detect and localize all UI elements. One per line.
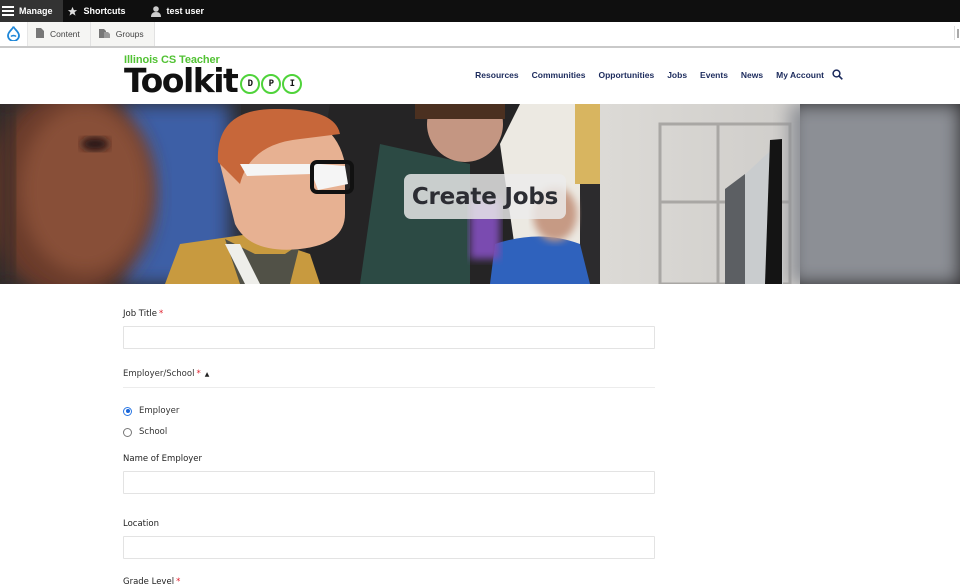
grade-level-label-text: Grade Level (123, 577, 175, 587)
dpi-badge: D P I (240, 73, 303, 94)
nav-communities[interactable]: Communities (532, 70, 586, 80)
create-job-form: Job Title * Employer/School * ▲ Employer Sc… (123, 308, 655, 588)
nav-events[interactable]: Events (700, 70, 728, 80)
dpi-letter: D (240, 73, 261, 94)
nav-news[interactable]: News (741, 70, 763, 80)
dpi-letter: P (261, 73, 282, 94)
required-marker: * (159, 309, 164, 319)
location-label: Location (123, 519, 159, 529)
toolbar-manage[interactable]: Manage (0, 0, 63, 22)
radio-employer-label: Employer (139, 406, 180, 416)
required-marker: * (176, 577, 181, 587)
location-field: Location (123, 518, 655, 559)
site-header: Illinois CS Teacher Toolkit D P I Resour… (0, 48, 960, 104)
nav-my-account[interactable]: My Account (776, 70, 824, 80)
hamburger-icon (2, 5, 14, 17)
dpi-letter: I (282, 73, 303, 94)
toolbar-shortcuts[interactable]: Shortcuts (63, 0, 136, 22)
radio-school[interactable]: School (123, 426, 655, 438)
job-title-label: Job Title * (123, 308, 655, 320)
job-title-label-text: Job Title (123, 309, 158, 319)
tray-item-groups[interactable]: Groups (90, 22, 155, 46)
nav-resources[interactable]: Resources (475, 70, 518, 80)
user-icon (150, 5, 162, 17)
nav-jobs[interactable]: Jobs (667, 70, 687, 80)
collapse-caret-icon[interactable]: ▲ (205, 371, 210, 378)
search-icon[interactable] (832, 69, 843, 80)
fieldset-divider (123, 387, 655, 388)
name-of-employer-label: Name of Employer (123, 454, 203, 464)
required-marker: * (196, 369, 201, 379)
name-of-employer-input[interactable] (123, 471, 655, 494)
employer-school-fieldset: Employer/School * ▲ Employer School Name o… (123, 369, 655, 559)
toolbar-manage-label: Manage (19, 6, 53, 16)
nav-opportunities[interactable]: Opportunities (598, 70, 654, 80)
admin-toolbar: Manage Shortcuts test user (0, 0, 960, 22)
location-input[interactable] (123, 536, 655, 559)
hero-banner: Create Jobs (0, 104, 960, 284)
toolbar-shortcuts-label: Shortcuts (83, 6, 126, 16)
main-nav: Resources Communities Opportunities Jobs… (475, 69, 843, 80)
tray-item-content-label: Content (50, 29, 80, 39)
job-title-input[interactable] (123, 326, 655, 349)
radio-employer[interactable]: Employer (123, 405, 655, 417)
page-title: Create Jobs (404, 174, 566, 219)
logo-title: Toolkit (124, 61, 239, 100)
employer-school-legend-text: Employer/School (123, 369, 195, 379)
tray-item-content[interactable]: Content (28, 22, 91, 46)
radio-school-control[interactable] (123, 427, 132, 437)
grade-level-field: Grade Level * (123, 576, 655, 588)
drupal-home-link[interactable] (0, 22, 28, 46)
toolbar-user[interactable]: test user (136, 0, 215, 22)
job-title-field: Job Title * (123, 308, 655, 349)
star-icon (67, 5, 79, 17)
grade-level-label: Grade Level * (123, 576, 655, 588)
drupal-drop-icon (7, 25, 20, 43)
site-logo[interactable]: Illinois CS Teacher Toolkit D P I (124, 54, 303, 100)
admin-tray: Content Groups (0, 22, 960, 48)
toolbar-user-label: test user (166, 6, 205, 16)
radio-school-label: School (139, 427, 168, 437)
radio-employer-control[interactable] (123, 406, 132, 416)
file-icon (36, 28, 44, 40)
employer-school-legend[interactable]: Employer/School * ▲ (123, 369, 655, 379)
groups-icon (98, 28, 110, 40)
tray-item-groups-label: Groups (115, 29, 144, 39)
name-of-employer-field: Name of Employer (123, 453, 655, 494)
tray-orientation-toggle[interactable] (954, 26, 960, 40)
